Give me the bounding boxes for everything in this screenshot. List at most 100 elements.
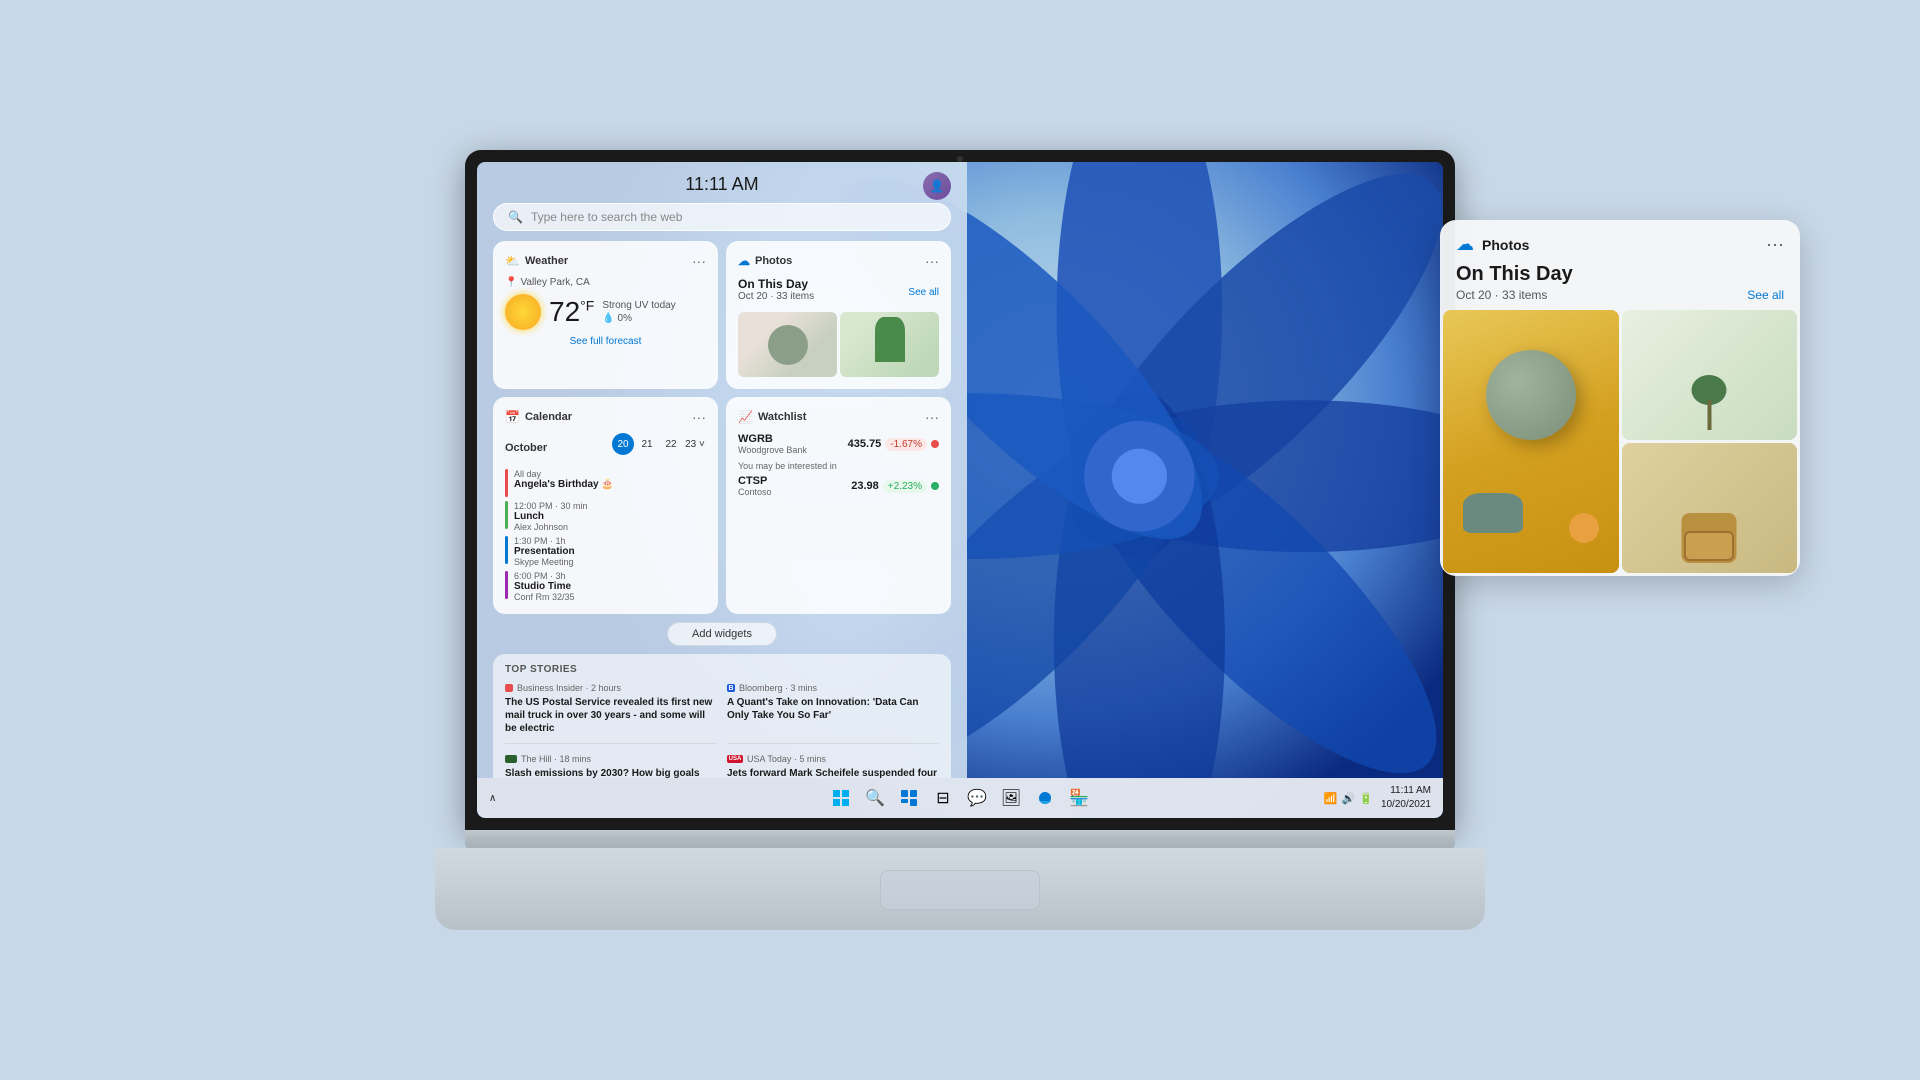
news-item-2[interactable]: B Bloomberg · 3 mins A Quant's Take on I… [727,683,939,744]
event-birthday-title: Angela's Birthday 🎂 [514,479,614,490]
add-widgets-button[interactable]: Add widgets [667,622,777,646]
weather-widget: ⛅ Weather ··· 📍 Valley Park, CA [493,241,718,389]
taskbar-photos-taskbar-button[interactable]: 🖼 [997,784,1025,812]
calendar-event-presentation: 1:30 PM · 1h Presentation Skype Meeting [505,536,706,567]
calendar-event-studio: 6:00 PM · 3h Studio Time Conf Rm 32/35 [505,571,706,602]
watchlist-interested-label: You may be interested in [738,461,939,471]
calendar-day-22[interactable]: 22 [660,433,682,455]
photos-expanded-img-stillife[interactable] [1443,310,1619,573]
laptop-hinge [465,830,1455,848]
photos-expanded-header: ☁ Photos ··· [1440,220,1800,263]
photos-expanded-cloud-icon: ☁ [1456,234,1474,255]
weather-location: 📍 Valley Park, CA [505,277,706,288]
the-hill-icon [505,755,517,763]
photos-expanded-app-name: Photos [1482,237,1529,253]
plant-photo [1622,310,1798,440]
news-headline-2: A Quant's Take on Innovation: 'Data Can … [727,696,939,722]
news-headline-4: Jets forward Mark Scheifele suspended fo… [727,767,939,778]
event-bar-presentation [505,536,508,564]
taskbar-edge-button[interactable] [1031,784,1059,812]
stock-dot-ctsp [931,482,939,490]
taskbar-time-display: 11:11 AM [1381,784,1431,798]
taskbar-store-button[interactable]: 🏪 [1065,784,1093,812]
widget-panel: 11:11 AM 👤 🔍 Type here to search the web [477,162,967,778]
bloomberg-icon: B [727,684,735,692]
user-avatar[interactable]: 👤 [923,172,951,200]
taskbar-windows-button[interactable] [827,784,855,812]
news-source-4: USA USA Today · 5 mins [727,754,939,764]
still-life-photo [1443,310,1619,573]
search-icon: 🔍 [508,210,523,224]
calendar-day-21[interactable]: 21 [636,433,658,455]
photo-plant [875,317,905,362]
calendar-widget-header: 📅 Calendar ··· [505,409,706,425]
weather-widget-header: ⛅ Weather ··· [505,253,706,269]
weather-description: Strong UV today [602,300,675,311]
event-studio-sub: Conf Rm 32/35 [514,592,575,602]
taskbar-search-button[interactable]: 🔍 [861,784,889,812]
photos-expanded-sub-row: Oct 20 · 33 items See all [1456,288,1784,302]
calendar-day-20[interactable]: 20 [612,433,634,455]
photo-thumbnail-1[interactable] [738,312,837,377]
watchlist-item-ctsp: CTSP Contoso 23.98 +2.23% [738,475,939,497]
volume-icon[interactable]: 🔊 [1342,792,1356,805]
photos-grid [738,312,939,377]
weather-forecast-link[interactable]: See full forecast [505,336,706,347]
photos-on-this-day-header: On This Day Oct 20 · 33 items See all [738,277,939,308]
event-presentation-title: Presentation [514,546,575,557]
system-tray-expand[interactable]: ∧ [489,793,496,804]
laptop-palm-rest [435,848,1485,930]
news-item-3[interactable]: The Hill · 18 mins Slash emissions by 20… [505,754,717,778]
news-section: TOP STORIES Business Insider · 2 hours T… [493,654,951,778]
widget-panel-header: 11:11 AM [477,162,967,203]
stock-dot-wgrb [931,440,939,448]
calendar-menu-button[interactable]: ··· [692,409,706,425]
taskbar-right: 📶 🔊 🔋 11:11 AM 10/20/2021 [1324,784,1431,812]
event-bar-studio [505,571,508,599]
stock-symbol-ctsp: CTSP [738,475,772,487]
taskbar-taskview-button[interactable]: ⊟ [929,784,957,812]
wifi-icon[interactable]: 📶 [1324,792,1338,805]
watchlist-menu-button[interactable]: ··· [925,409,939,425]
photos-expanded-img-cushion[interactable] [1622,443,1798,573]
laptop-touchpad[interactable] [880,870,1040,910]
calendar-days-row: 20 21 22 23 ˅ [612,433,706,455]
photos-expanded-title-row: ☁ Photos [1456,234,1529,255]
pin-icon: 📍 [505,277,517,288]
widget-time: 11:11 AM [493,174,951,195]
calendar-day-23[interactable]: 23 ˅ [684,433,706,455]
watchlist-icon: 📈 [738,410,753,424]
photos-expanded-images-grid [1440,310,1800,576]
photos-expanded-see-all-link[interactable]: See all [1747,288,1784,302]
photos-see-all-link[interactable]: See all [908,287,939,298]
photos-menu-button[interactable]: ··· [925,253,939,269]
taskbar-widgets-button[interactable] [895,784,923,812]
photos-expanded-menu-button[interactable]: ··· [1766,234,1784,255]
widgets-grid: ⛅ Weather ··· 📍 Valley Park, CA [477,241,967,614]
laptop-base [435,830,1485,930]
taskbar-clock[interactable]: 11:11 AM 10/20/2021 [1381,784,1431,812]
battery-icon[interactable]: 🔋 [1359,792,1373,805]
watchlist-item-wgrb: WGRB Woodgrove Bank 435.75 -1.67% [738,433,939,455]
weather-menu-button[interactable]: ··· [692,253,706,269]
laptop-screen: 11:11 AM 👤 🔍 Type here to search the web [477,162,1443,818]
news-source-2: B Bloomberg · 3 mins [727,683,939,693]
photo-thumbnail-2[interactable] [840,312,939,377]
news-item-4[interactable]: USA USA Today · 5 mins Jets forward Mark… [727,754,939,778]
cushion-photo [1622,443,1798,573]
event-lunch-sub: Alex Johnson [514,522,588,532]
photos-expanded-img-plant[interactable] [1622,310,1798,440]
stock-price-wgrb: 435.75 [848,438,882,450]
news-item-1[interactable]: Business Insider · 2 hours The US Postal… [505,683,717,744]
calendar-month-row: October 20 21 22 23 ˅ [505,433,706,463]
photos-expanded-card: ☁ Photos ··· On This Day Oct 20 · 33 ite… [1440,220,1800,576]
weather-precipitation: 💧 0% [602,313,675,324]
taskbar-teams-button[interactable]: 💬 [963,784,991,812]
event-lunch-time: 12:00 PM · 30 min [514,501,588,511]
event-lunch-title: Lunch [514,511,588,522]
weather-temperature: 72°F [549,296,594,328]
calendar-event-allday: All day Angela's Birthday 🎂 [505,469,706,497]
search-bar[interactable]: 🔍 Type here to search the web [493,203,951,231]
event-studio-time: 6:00 PM · 3h [514,571,575,581]
weather-icon: ⛅ [505,254,520,268]
